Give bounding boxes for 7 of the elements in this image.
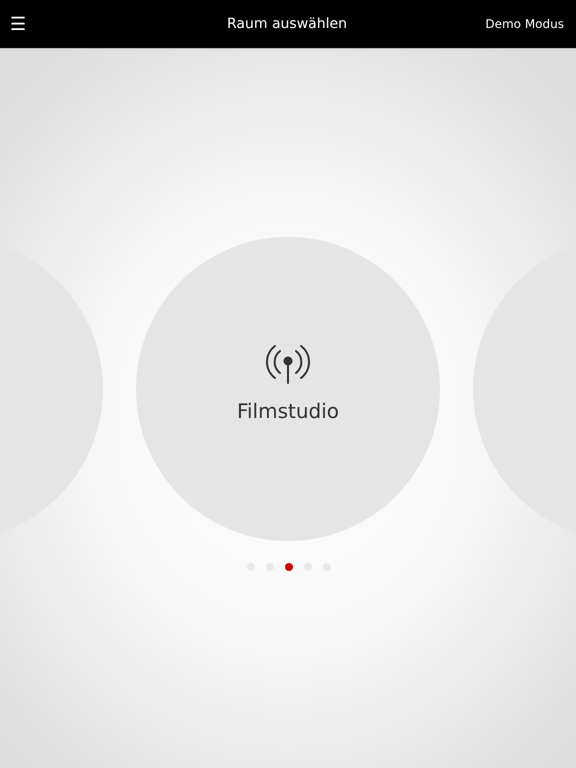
window-title: Raum auswählen [227,16,347,32]
page-dot[interactable] [285,563,293,571]
demo-mode-button[interactable]: Demo Modus [485,17,564,31]
room-name: Filmstudio [236,399,340,423]
antenna-icon [265,343,311,385]
menu-button[interactable]: ☰ [10,15,26,33]
room-card[interactable]: Filmstudio [136,237,440,541]
